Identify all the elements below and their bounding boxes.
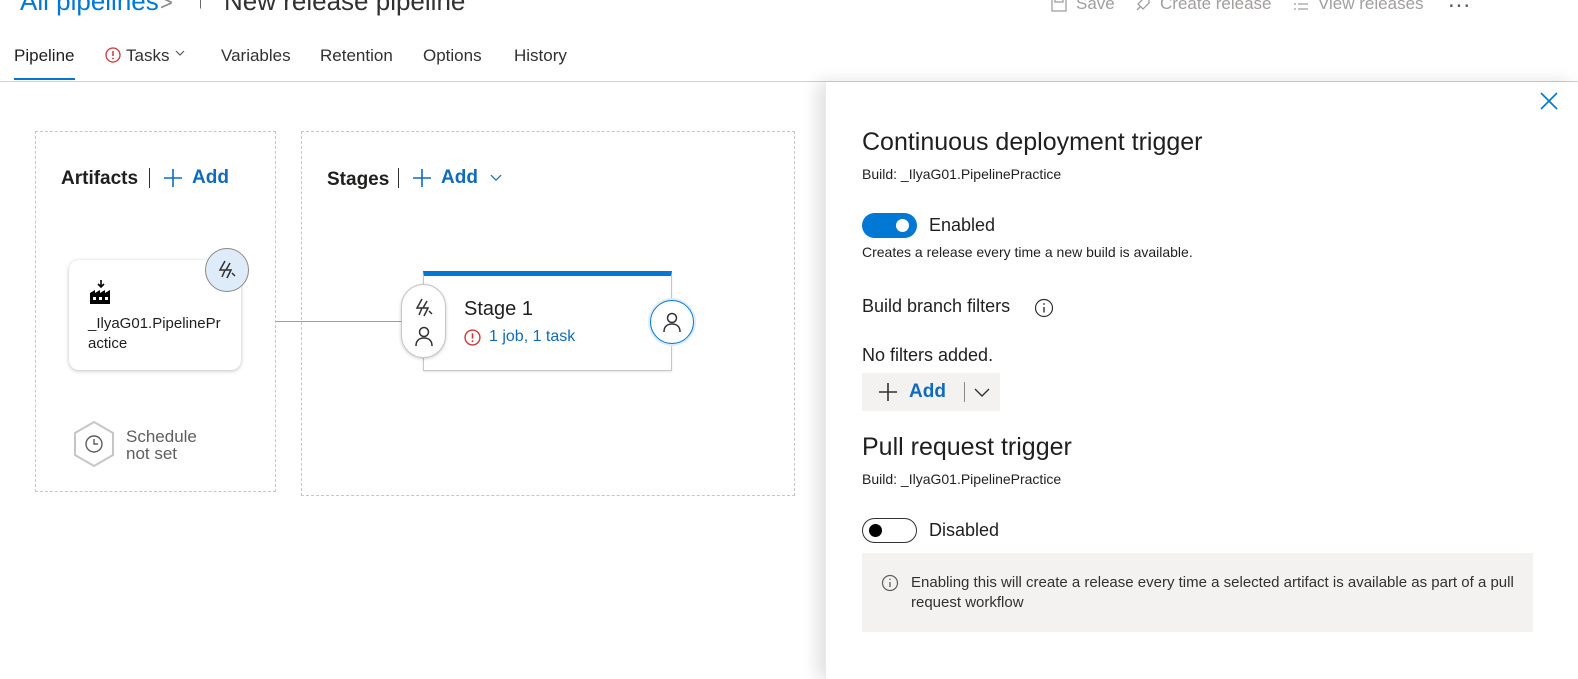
schedule-button[interactable] xyxy=(72,420,116,468)
tab-history[interactable]: History xyxy=(514,46,567,66)
save-button[interactable]: Save xyxy=(1050,0,1115,14)
view-releases-label: View releases xyxy=(1318,0,1424,13)
save-icon xyxy=(1051,0,1067,12)
close-icon[interactable] xyxy=(1538,90,1560,112)
error-circle-icon xyxy=(464,328,481,346)
stages-title-divider xyxy=(398,168,399,188)
person-icon xyxy=(415,326,433,347)
no-filters-text: No filters added. xyxy=(862,345,994,365)
pr-trigger-toggle-label: Disabled xyxy=(929,520,1000,540)
info-icon xyxy=(881,574,899,592)
tab-bar: Pipeline Tasks Variables Retention Optio… xyxy=(0,34,1578,82)
add-stage-button[interactable]: Add xyxy=(411,167,504,189)
page-title[interactable]: New release pipeline xyxy=(224,0,465,17)
save-label: Save xyxy=(1076,0,1115,13)
breadcrumb-all-pipelines[interactable]: All pipelines xyxy=(20,0,159,17)
rocket-icon xyxy=(1136,0,1150,11)
chevron-down-icon xyxy=(176,50,185,56)
chevron-down-icon xyxy=(974,388,990,397)
warning-icon xyxy=(105,47,121,63)
tab-options[interactable]: Options xyxy=(423,46,482,66)
stage-summary-link[interactable]: 1 job, 1 task xyxy=(464,328,575,346)
stage-card[interactable] xyxy=(423,271,672,371)
list-icon xyxy=(1294,3,1308,10)
add-filter-dropdown-button[interactable] xyxy=(965,373,1000,411)
add-filter-button[interactable]: Add xyxy=(862,373,946,411)
cd-trigger-description: Creates a release every time a new build… xyxy=(862,244,1193,260)
artifacts-title: Artifacts xyxy=(61,168,139,189)
pre-deployment-conditions-button[interactable] xyxy=(401,284,446,358)
tab-pipeline[interactable]: Pipeline xyxy=(14,46,75,80)
lightning-trigger-icon xyxy=(415,298,433,317)
artifact-name: _IlyaG01.PipelinePractice xyxy=(88,315,221,352)
cd-trigger-toggle[interactable] xyxy=(862,213,917,238)
plus-icon xyxy=(164,169,182,187)
artifacts-title-divider xyxy=(149,168,150,188)
build-branch-filters-title: Build branch filters xyxy=(862,296,1011,316)
add-filter-split-button: Add xyxy=(862,373,1000,411)
add-artifact-label: Add xyxy=(192,167,229,188)
lightning-trigger-icon xyxy=(218,260,236,279)
stages-title: Stages xyxy=(327,169,390,190)
pr-trigger-info-text: Enabling this will create a release ever… xyxy=(911,574,1514,611)
create-release-button[interactable]: Create release xyxy=(1134,0,1272,14)
build-artifact-icon xyxy=(90,280,110,304)
stage-name[interactable]: Stage 1 xyxy=(464,298,533,321)
person-icon xyxy=(663,312,681,333)
pr-trigger-build: Build: _IlyaG01.PipelinePractice xyxy=(862,471,1062,487)
cd-trigger-toggle-label: Enabled xyxy=(929,215,996,235)
header-bar: All pipelines > ↑ New release pipeline S… xyxy=(0,0,1578,28)
tab-variables[interactable]: Variables xyxy=(221,46,291,66)
chevron-down-icon xyxy=(490,174,502,182)
create-release-label: Create release xyxy=(1160,0,1272,13)
add-artifact-button[interactable]: Add xyxy=(162,167,229,189)
pr-trigger-toggle[interactable] xyxy=(862,518,917,543)
stage-summary-label: 1 job, 1 task xyxy=(489,328,576,345)
plus-icon xyxy=(879,383,897,401)
info-icon[interactable] xyxy=(1034,298,1054,318)
tab-retention[interactable]: Retention xyxy=(320,46,393,66)
cd-trigger-title: Continuous deployment trigger xyxy=(862,128,1203,156)
breadcrumb-separator: > xyxy=(160,0,173,15)
view-releases-button[interactable]: View releases xyxy=(1292,0,1424,14)
cd-trigger-build: Build: _IlyaG01.PipelinePractice xyxy=(862,166,1062,182)
add-filter-label: Add xyxy=(909,381,946,402)
schedule-status: Schedule not set xyxy=(126,428,197,462)
post-deployment-approver-button[interactable] xyxy=(650,300,694,344)
schedule-line-2: not set xyxy=(126,444,178,463)
pipeline-up-arrow-icon: ↑ xyxy=(195,0,206,13)
pr-trigger-title: Pull request trigger xyxy=(862,433,1072,461)
tab-tasks-label: Tasks xyxy=(126,46,170,65)
schedule-line-1: Schedule xyxy=(126,427,197,446)
add-stage-label: Add xyxy=(441,167,478,188)
pr-trigger-info-bar: Enabling this will create a release ever… xyxy=(862,553,1533,632)
more-actions-button[interactable]: ... xyxy=(1448,0,1471,14)
tab-tasks[interactable]: Tasks xyxy=(105,46,186,66)
plus-icon xyxy=(413,169,431,187)
artifact-trigger-button[interactable] xyxy=(205,248,249,292)
